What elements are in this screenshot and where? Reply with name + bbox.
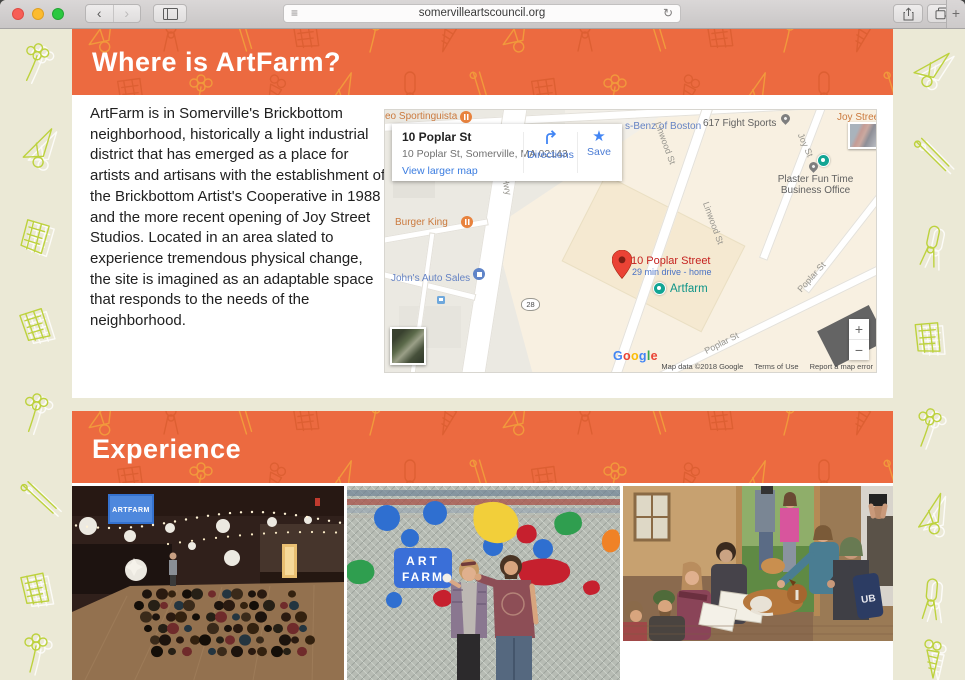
nav-button-group: ‹ ›: [85, 4, 141, 23]
page-viewport[interactable]: Where is ArtFarm? ArtFarm is in Somervil…: [0, 28, 965, 680]
save-star-icon: ★: [592, 128, 605, 145]
photo-artfarm-event-hall: ARTFARM: [72, 486, 344, 680]
transit-icon[interactable]: [437, 296, 445, 304]
street-view-thumbnail[interactable]: [848, 122, 877, 149]
store-poi-icon[interactable]: [473, 268, 485, 280]
report-map-error-link[interactable]: Report a map error: [810, 362, 873, 371]
photo-artfarm-fence-couple: ART FARM: [347, 486, 620, 680]
page-title: Where is ArtFarm?: [92, 47, 341, 78]
satellite-toggle-thumbnail[interactable]: [390, 327, 426, 365]
refresh-icon[interactable]: ↻: [663, 5, 673, 22]
map-data-credit: Map data ©2018 Google: [661, 362, 743, 371]
left-margin-doodle-pattern: [0, 28, 72, 680]
sign-text-line2: FARM: [402, 570, 444, 584]
view-larger-map-link[interactable]: View larger map: [402, 165, 478, 177]
directions-label: Directions: [524, 149, 577, 161]
reader-icon[interactable]: ≡: [291, 5, 298, 22]
directions-icon: [543, 129, 559, 145]
sidebar-icon: [163, 8, 178, 20]
experience-gallery-card: ART FARM: [72, 483, 893, 680]
zoom-out-button[interactable]: −: [849, 340, 869, 360]
browser-toolbar: ‹ › ≡ somervilleartscouncil.org ↻ +: [0, 0, 965, 29]
route-28-shield: 28: [521, 298, 540, 311]
share-button[interactable]: [893, 4, 923, 23]
minimize-window-button[interactable]: [32, 8, 44, 20]
red-map-marker[interactable]: [612, 250, 632, 279]
new-tab-button[interactable]: +: [946, 0, 965, 28]
artfarm-poi-icon[interactable]: [653, 282, 666, 295]
map-label-plaster-fun-time[interactable]: Plaster Fun Time Business Office: [763, 174, 868, 196]
section-header-experience: Experience: [72, 411, 893, 483]
map-label-artfarm[interactable]: Artfarm: [670, 283, 708, 295]
zoom-window-button[interactable]: [52, 8, 64, 20]
back-button[interactable]: ‹: [86, 5, 113, 22]
sign-text-line1: ART: [406, 554, 440, 568]
marker-label-subtitle: 29 min drive - home: [632, 267, 712, 277]
address-bar[interactable]: ≡ somervilleartscouncil.org ↻: [283, 4, 681, 23]
map-info-card: 10 Poplar St 10 Poplar St, Somerville, M…: [392, 124, 622, 181]
experience-title: Experience: [92, 434, 241, 465]
info-card-title: 10 Poplar St: [402, 130, 471, 144]
forward-button[interactable]: ›: [113, 5, 141, 22]
save-label: Save: [578, 146, 620, 158]
map-zoom-control: + −: [849, 319, 869, 360]
close-window-button[interactable]: [12, 8, 24, 20]
google-map-embed[interactable]: eo Sportinguista s-Benz of Boston 617 Fi…: [384, 109, 877, 373]
map-label-johns-auto[interactable]: John's Auto Sales: [391, 273, 470, 284]
map-label-burger-king[interactable]: Burger King: [395, 217, 448, 228]
terms-of-use-link[interactable]: Terms of Use: [754, 362, 798, 371]
map-label-sportinguista[interactable]: eo Sportinguista: [385, 111, 457, 122]
save-button[interactable]: ★ Save: [578, 129, 620, 158]
teal-poi-icon[interactable]: [817, 154, 830, 167]
backpack-text: UB: [861, 593, 877, 606]
map-label-fight-sports[interactable]: 617 Fight Sports: [703, 118, 776, 129]
sidebar-toggle-button[interactable]: [153, 4, 187, 23]
section-header-where: Where is ArtFarm?: [72, 28, 893, 95]
photo-artfarm-workshop-dog: UB: [623, 486, 893, 641]
google-logo[interactable]: Google: [613, 349, 658, 363]
projected-screen-text: ARTFARM: [112, 507, 150, 514]
zoom-in-button[interactable]: +: [849, 319, 869, 339]
intro-paragraph: ArtFarm is in Somerville's Brickbottom n…: [90, 104, 386, 332]
right-margin-doodle-pattern: [893, 28, 965, 680]
where-content-card: ArtFarm is in Somerville's Brickbottom n…: [72, 95, 893, 398]
marker-label-title: 10 Poplar Street: [631, 255, 711, 267]
restaurant-poi-icon[interactable]: [461, 216, 473, 228]
map-attribution: Map data ©2018 Google Terms of Use Repor…: [652, 362, 873, 371]
url-text: somervilleartscouncil.org: [419, 7, 546, 19]
safari-window: ‹ › ≡ somervilleartscouncil.org ↻ + Wher…: [0, 0, 965, 680]
restaurant-poi-icon[interactable]: [460, 111, 472, 123]
share-icon: [903, 7, 914, 21]
directions-button[interactable]: Directions: [524, 129, 577, 161]
